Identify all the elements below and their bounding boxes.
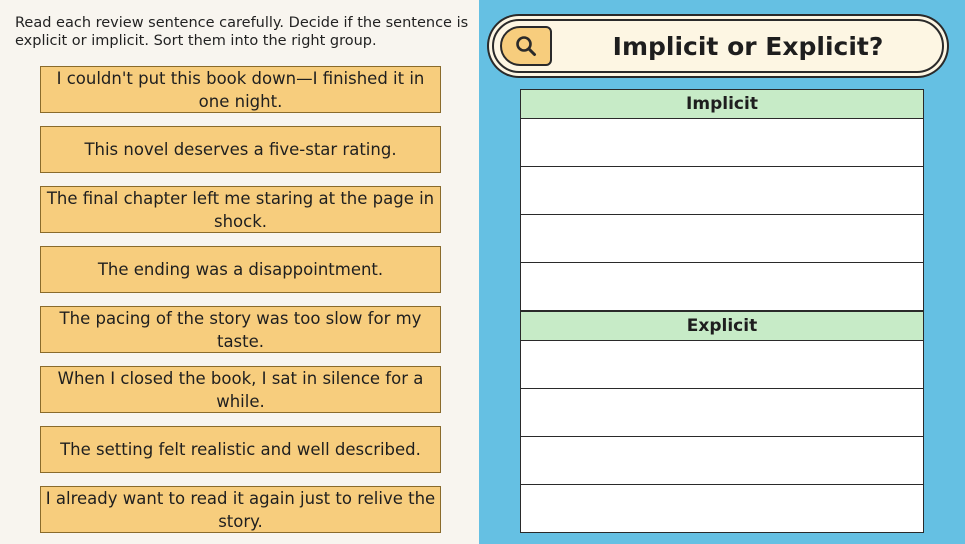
drop-slot[interactable] <box>520 341 924 389</box>
group-header-implicit: Implicit <box>520 89 924 119</box>
drop-slot[interactable] <box>520 215 924 263</box>
page-title: Implicit or Explicit? <box>612 31 884 61</box>
drop-slot[interactable] <box>520 167 924 215</box>
sentence-card[interactable]: The pacing of the story was too slow for… <box>40 306 441 353</box>
drop-slot[interactable] <box>520 485 924 533</box>
group-header-explicit: Explicit <box>520 311 924 341</box>
drop-slot[interactable] <box>520 437 924 485</box>
drop-slot[interactable] <box>520 389 924 437</box>
drop-slot[interactable] <box>520 119 924 167</box>
sentence-card[interactable]: The setting felt realistic and well desc… <box>40 426 441 473</box>
explicit-group: Explicit <box>520 311 924 533</box>
drop-slot[interactable] <box>520 263 924 311</box>
sentence-card[interactable]: I couldn't put this book down—I finished… <box>40 66 441 113</box>
search-icon <box>500 26 552 66</box>
instructions-text: Read each review sentence carefully. Dec… <box>15 15 469 49</box>
sentence-card[interactable]: The final chapter left me staring at the… <box>40 186 441 233</box>
sentence-card[interactable]: The ending was a disappointment. <box>40 246 441 293</box>
sentence-card[interactable]: When I closed the book, I sat in silence… <box>40 366 441 413</box>
sentence-card[interactable]: This novel deserves a five-star rating. <box>40 126 441 173</box>
implicit-group: Implicit <box>520 89 924 311</box>
title-banner: Implicit or Explicit? <box>492 19 944 73</box>
sentence-card[interactable]: I already want to read it again just to … <box>40 486 441 533</box>
